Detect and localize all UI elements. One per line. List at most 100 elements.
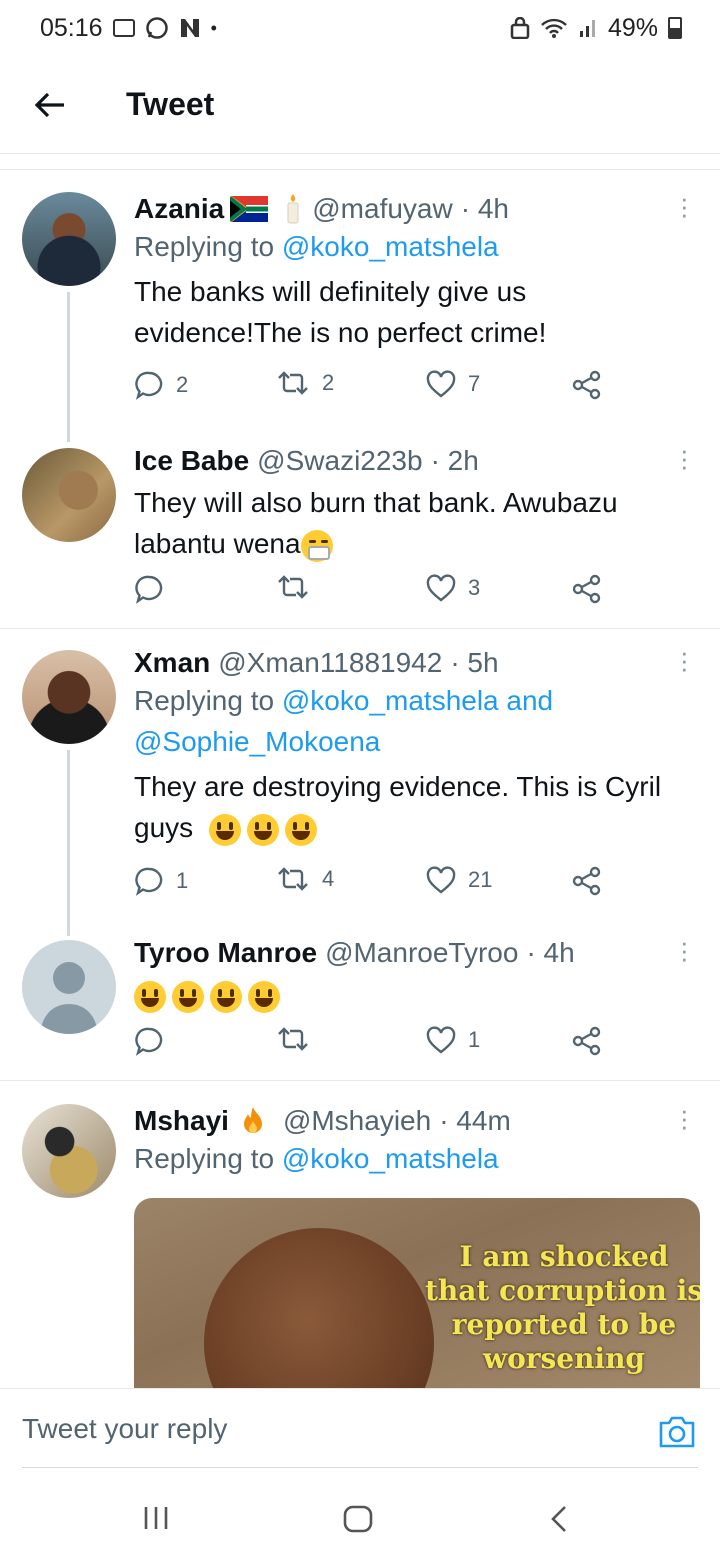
avatar[interactable] <box>22 650 116 744</box>
avatar[interactable] <box>22 1104 116 1198</box>
heart-icon <box>426 370 456 398</box>
like-button[interactable]: 21 <box>426 866 492 894</box>
reply-button[interactable]: 2 <box>134 370 188 400</box>
fire-icon <box>243 1107 262 1133</box>
share-button[interactable] <box>572 866 602 896</box>
sneezing-face-emoji-icon <box>300 529 333 562</box>
author-handle[interactable]: @mafuyaw <box>312 192 452 226</box>
reply-input[interactable]: Tweet your reply <box>22 1413 227 1445</box>
south-africa-flag-icon <box>230 196 269 222</box>
share-button[interactable] <box>572 1026 602 1056</box>
avatar[interactable] <box>22 192 116 286</box>
battery-icon <box>668 17 682 39</box>
default-avatar-icon[interactable] <box>22 940 116 1034</box>
status-bar: 05:16 • 49% <box>0 0 720 56</box>
author-name[interactable]: Azania <box>134 192 224 226</box>
like-count: 21 <box>468 867 493 892</box>
tweet-time: · 4h <box>460 193 509 224</box>
more-notifications-dot: • <box>210 17 217 38</box>
share-icon <box>572 370 601 400</box>
tweet-time: · 5h <box>450 647 499 678</box>
retweet-button[interactable]: 4 <box>276 866 334 892</box>
like-count: 3 <box>468 575 481 600</box>
author-name[interactable]: Mshayi <box>134 1104 229 1138</box>
reply-button[interactable] <box>134 1026 176 1056</box>
author-handle[interactable]: @Mshayieh <box>283 1104 431 1138</box>
avatar[interactable] <box>22 448 116 542</box>
wifi-icon <box>541 18 567 38</box>
recent-apps-icon[interactable] <box>142 1504 170 1532</box>
nav-back-icon[interactable] <box>548 1504 570 1534</box>
retweet-icon <box>278 575 308 599</box>
tweet-azania[interactable]: Azania @mafuyaw · 4h Replying to @koko_m… <box>0 185 720 442</box>
author-handle[interactable]: @Xman11881942 <box>218 646 442 680</box>
reply-bubble-icon <box>135 867 163 896</box>
mention-link[interactable]: @koko_matshela <box>282 231 499 262</box>
reply-bubble-icon <box>135 1027 163 1056</box>
like-button[interactable]: 1 <box>426 1026 480 1054</box>
more-vertical-icon[interactable]: · · · <box>680 639 689 681</box>
like-button[interactable]: 3 <box>426 574 480 602</box>
tweet-tyroo-manroe[interactable]: Tyroo Manroe @ManroeTyroo · 4h · · · 1 <box>0 929 720 1080</box>
image-subject <box>204 1228 434 1398</box>
tweet-actions: 1 <box>134 1026 614 1066</box>
tweet-time: · 2h <box>430 445 479 476</box>
author-handle[interactable]: @ManroeTyroo <box>325 936 518 970</box>
retweet-count: 2 <box>322 370 335 395</box>
reply-button[interactable] <box>134 574 176 604</box>
heart-icon <box>426 1026 456 1054</box>
author-name[interactable]: Tyroo Manroe <box>134 936 317 970</box>
heart-icon <box>426 866 456 894</box>
reply-underline <box>22 1467 698 1468</box>
arrow-left-icon <box>34 92 64 117</box>
camera-icon <box>659 1416 695 1448</box>
home-icon[interactable] <box>342 1504 374 1534</box>
tweet-xman[interactable]: Xman @Xman11881942 · 5h Replying to @kok… <box>0 639 720 936</box>
grinning-face-emoji-icon <box>210 980 242 1013</box>
reply-button[interactable]: 1 <box>134 866 188 896</box>
section-divider <box>0 154 720 170</box>
mention-link[interactable]: @koko_matshela <box>282 1143 499 1174</box>
grinning-face-emoji-icon <box>134 980 166 1013</box>
reply-count: 2 <box>176 372 189 397</box>
more-vertical-icon[interactable]: · · · <box>680 185 689 227</box>
like-count: 1 <box>468 1027 481 1052</box>
image-caption-text: I am shocked that corruption is reported… <box>424 1240 700 1375</box>
author-handle[interactable]: @Swazi223b <box>257 444 422 478</box>
retweet-icon <box>278 867 308 891</box>
retweet-button[interactable] <box>276 574 322 600</box>
back-button[interactable] <box>0 56 100 154</box>
heart-icon <box>426 574 456 602</box>
tweet-text: They will also burn that bank. Awubazu l… <box>134 487 618 559</box>
signal-icon <box>579 20 595 37</box>
lock-status-icon <box>510 17 530 39</box>
grinning-face-emoji-icon <box>284 813 317 846</box>
tweet-image[interactable]: I am shocked that corruption is reported… <box>134 1198 700 1398</box>
author-name[interactable]: Ice Babe <box>134 444 249 478</box>
share-icon <box>572 574 601 604</box>
more-vertical-icon[interactable]: · · · <box>680 437 689 479</box>
tweet-mshayi[interactable]: Mshayi @Mshayieh · 44m Replying to @koko… <box>0 1097 720 1204</box>
share-button[interactable] <box>572 370 602 400</box>
more-vertical-icon[interactable]: · · · <box>680 929 689 971</box>
reply-bubble-icon <box>135 371 163 400</box>
replying-to: Replying to @koko_matshela and @Sophie_M… <box>134 685 554 757</box>
more-vertical-icon[interactable]: · · · <box>680 1097 689 1139</box>
camera-button[interactable] <box>658 1415 696 1454</box>
candle-icon <box>287 194 299 224</box>
tweet-text <box>134 974 700 1015</box>
share-icon <box>572 866 601 896</box>
tweet-divider <box>0 1080 720 1081</box>
tweet-time: · 4h <box>526 937 575 968</box>
retweet-icon <box>278 1027 308 1051</box>
tweet-ice-babe[interactable]: Ice Babe @Swazi223b · 2h They will also … <box>0 437 720 628</box>
share-button[interactable] <box>572 574 602 604</box>
retweet-button[interactable] <box>276 1026 322 1052</box>
like-button[interactable]: 7 <box>426 370 480 398</box>
news-notification-icon <box>180 19 199 37</box>
retweet-button[interactable]: 2 <box>276 370 334 396</box>
reply-composer: Tweet your reply <box>0 1388 720 1480</box>
author-name[interactable]: Xman <box>134 646 210 680</box>
like-count: 7 <box>468 371 481 396</box>
reply-bubble-icon <box>135 575 163 604</box>
